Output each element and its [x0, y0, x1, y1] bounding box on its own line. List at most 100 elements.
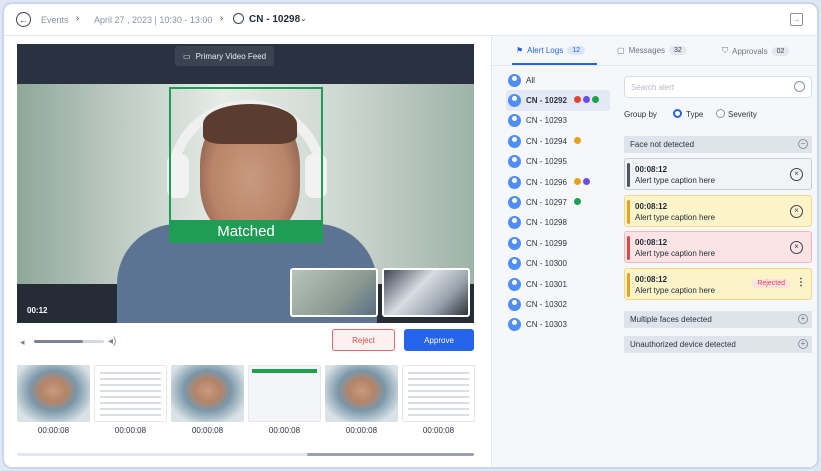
snapshot-image — [248, 365, 321, 422]
alert-indicator-dot — [573, 198, 581, 206]
alert-card[interactable]: 00:08:12 Alert type caption here × — [624, 194, 812, 227]
severity-bar — [627, 272, 630, 297]
snapshot-thumbnail[interactable]: 00:00:08 — [171, 365, 244, 435]
candidate-item[interactable]: CN - 10292 — [506, 90, 610, 111]
section-multiple-faces[interactable]: Multiple faces detected + — [624, 311, 812, 328]
snapshot-time: 00:00:08 — [114, 426, 147, 435]
user-avatar-icon — [508, 277, 521, 291]
reject-button[interactable]: Reject — [332, 329, 395, 351]
candidate-item[interactable]: CN - 10301 — [506, 274, 610, 294]
candidate-label: CN - 10303 — [526, 320, 567, 330]
candidate-item[interactable]: CN - 10297 — [506, 192, 610, 212]
search-icon[interactable] — [794, 81, 805, 92]
primary-feed-label: ▭ Primary Video Feed — [175, 46, 275, 66]
alert-indicator-dot — [573, 96, 581, 104]
volume-high-icon[interactable]: ◂) — [108, 336, 116, 347]
back-icon[interactable]: ← — [16, 12, 31, 27]
candidate-item[interactable]: CN - 10300 — [506, 254, 610, 274]
approve-button[interactable]: Approve — [404, 329, 474, 351]
video-player[interactable]: ▭ Primary Video Feed Matched 00:12 — [17, 44, 474, 323]
candidate-item[interactable]: All — [506, 70, 610, 90]
candidate-item[interactable]: CN - 10299 — [506, 233, 610, 253]
candidate-item[interactable]: CN - 10302 — [506, 294, 610, 314]
candidate-label: CN - 10299 — [526, 238, 567, 248]
tab-alert-logs[interactable]: ⚑ Alert Logs 12 — [516, 46, 585, 55]
volume-slider[interactable] — [34, 340, 104, 343]
scrollbar-thumb[interactable] — [307, 453, 474, 456]
user-avatar-icon — [508, 318, 521, 332]
breadcrumb-events[interactable]: Events — [41, 15, 69, 25]
status-badge: Rejected — [752, 278, 790, 288]
section-unauthorized-device[interactable]: Unauthorized device detected + — [624, 336, 812, 353]
screen-feed-thumbnail[interactable] — [382, 268, 470, 317]
collapse-icon[interactable]: − — [798, 139, 808, 149]
expand-icon[interactable]: + — [798, 314, 808, 324]
alert-indicator-dot — [573, 136, 581, 144]
snapshot-thumbnail[interactable]: 00:00:08 — [17, 365, 90, 435]
candidate-label: CN - 10300 — [526, 259, 567, 269]
alert-indicator-dot — [582, 96, 590, 104]
snapshot-time: 00:00:08 — [345, 426, 378, 435]
snapshot-time: 00:00:08 — [268, 426, 301, 435]
app-window: ← Events › April 27 , 2023 | 10:30 - 13:… — [2, 2, 819, 469]
candidate-label: CN - 10301 — [526, 279, 567, 289]
candidate-item[interactable]: CN - 10295 — [506, 152, 610, 172]
video-timestamp: 00:12 — [27, 306, 48, 315]
alert-time: 00:08:12 — [635, 274, 668, 284]
search-input[interactable]: Search alert — [624, 76, 812, 98]
snapshot-image — [17, 365, 90, 422]
volume-low-icon[interactable]: ◂ — [20, 337, 25, 348]
candidate-item[interactable]: CN - 10294 — [506, 131, 610, 151]
expand-icon[interactable]: + — [798, 339, 808, 349]
candidate-label: CN - 10293 — [526, 116, 567, 126]
candidate-item[interactable]: CN - 10298 — [506, 213, 610, 233]
candidate-label: CN - 10298 — [526, 218, 567, 228]
section-face-not-detected[interactable]: Face not detected − — [624, 136, 812, 153]
radio-type-label[interactable]: Type — [686, 110, 703, 119]
tab-approvals[interactable]: ⛉ Approvals 02 — [722, 46, 790, 56]
user-avatar-icon — [508, 236, 521, 250]
alert-card[interactable]: 00:08:12 Alert type caption here × — [624, 158, 812, 190]
tab-bar: ⚑ Alert Logs 12 ▢ Messages 32 ⛉ Approval… — [492, 36, 817, 66]
user-avatar-icon — [508, 297, 521, 311]
candidate-item[interactable]: CN - 10293 — [506, 111, 610, 131]
tab-messages[interactable]: ▢ Messages 32 — [617, 46, 687, 55]
alert-caption: Alert type caption here — [635, 212, 716, 222]
chevron-down-icon[interactable]: ⌄ — [300, 14, 307, 23]
user-avatar-icon — [508, 134, 521, 148]
alert-card[interactable]: 00:08:12 Alert type caption here Rejected ⋮ — [624, 267, 812, 300]
dismiss-icon[interactable]: × — [790, 204, 803, 218]
more-options-icon[interactable]: ⋮ — [796, 277, 806, 288]
radio-severity[interactable] — [716, 109, 725, 118]
snapshot-thumbnail[interactable]: 00:00:08 — [325, 365, 398, 435]
alert-list: Search alert Group by Type Severity Face… — [624, 66, 814, 467]
candidate-item[interactable]: CN - 10296 — [506, 172, 610, 192]
flag-icon: ⚑ — [516, 46, 524, 55]
alert-indicator-dot — [573, 177, 581, 185]
volume-fill — [34, 340, 83, 343]
dismiss-icon[interactable]: × — [790, 168, 803, 181]
radio-type[interactable] — [673, 109, 682, 118]
exit-icon[interactable]: → — [790, 13, 803, 26]
user-avatar-icon — [508, 216, 521, 230]
candidate-selector[interactable]: CN - 10298 — [249, 14, 300, 25]
severity-bar — [627, 236, 630, 260]
dismiss-icon[interactable]: × — [790, 241, 803, 254]
alert-indicator-dot — [582, 177, 590, 185]
candidate-item[interactable]: CN - 10303 — [506, 315, 610, 335]
secondary-feed-thumbnail[interactable] — [290, 268, 378, 317]
candidate-label: CN - 10294 — [526, 136, 567, 146]
candidate-label: CN - 10296 — [526, 177, 567, 187]
chevron-right-icon: › — [76, 13, 80, 24]
user-avatar-icon — [508, 155, 521, 169]
snapshot-thumbnail[interactable]: 00:00:08 — [248, 365, 321, 435]
tab-count: 02 — [771, 46, 790, 56]
snapshot-image — [94, 365, 167, 422]
alert-caption: Alert type caption here — [635, 285, 716, 295]
horizontal-scrollbar[interactable] — [17, 453, 474, 456]
radio-severity-label[interactable]: Severity — [728, 110, 757, 119]
tab-count: 12 — [567, 46, 585, 55]
alert-card[interactable]: 00:08:12 Alert type caption here × — [624, 231, 812, 263]
snapshot-thumbnail[interactable]: 00:00:08 — [402, 365, 475, 435]
snapshot-thumbnail[interactable]: 00:00:08 — [94, 365, 167, 435]
